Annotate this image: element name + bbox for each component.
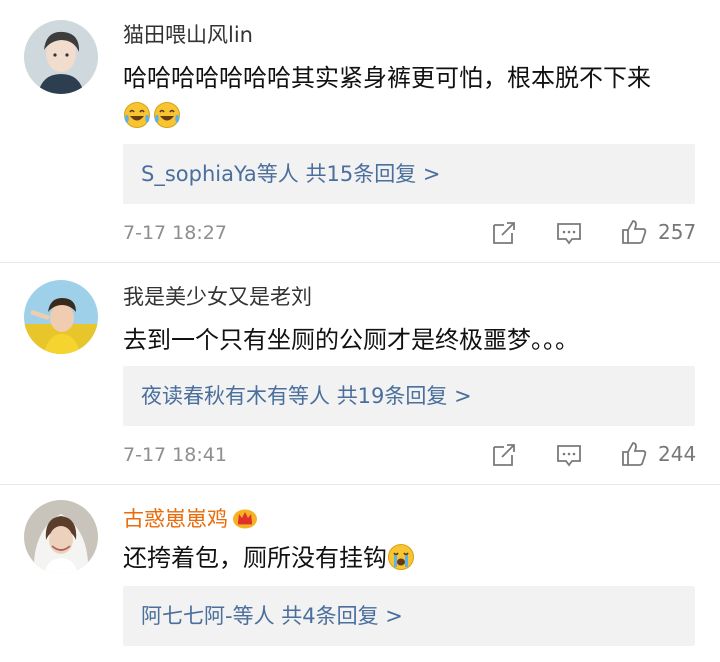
thumbs-up-icon[interactable] [620,440,648,468]
reply-users: S_sophiaYa等人 [141,162,299,186]
reply-summary-text: S_sophiaYa等人 共15条回复 > [141,160,440,188]
reply-count: 共4条回复 > [281,604,403,628]
like-count: 257 [658,220,697,244]
reply-summary-box[interactable]: S_sophiaYa等人 共15条回复 > [123,144,695,204]
avatar[interactable] [24,20,98,94]
username[interactable]: 猫田喂山风lin [123,22,253,48]
comment-text-line: 还挎着包，厕所没有挂钩 [123,544,387,572]
username[interactable]: 我是美少女又是老刘 [123,284,312,310]
reply-summary-text: 阿七七阿-等人 共4条回复 > [141,602,403,630]
laughing-tears-emoji [124,102,150,128]
comment-text-line: 去到一个只有坐厕的公厕才是终极噩梦。。。 [123,326,579,354]
comment-time: 7-17 18:41 [123,444,227,466]
comment-time: 7-17 18:27 [123,222,227,244]
avatar-image [24,500,98,574]
comment-text: 去到一个只有坐厕的公厕才是终极噩梦。。。 [123,318,703,362]
reply-summary-box[interactable]: 阿七七阿-等人 共4条回复 > [123,586,695,646]
comment-item: 我是美少女又是老刘 去到一个只有坐厕的公厕才是终极噩梦。。。 夜读春秋有木有等人… [0,262,720,484]
avatar-image [24,280,98,354]
comment-emoji-line [123,94,703,138]
comment-item: 古惑崽崽鸡 还挎着包，厕所没有挂钩 阿七七阿-等人 共4条回复 > [0,484,720,662]
reply-users: 阿七七阿-等人 [141,604,275,628]
reply-count: 共19条回复 > [336,384,472,408]
avatar[interactable] [24,500,98,574]
comment-item: 猫田喂山风lin 哈哈哈哈哈哈哈其实紧身裤更可怕，根本脱不下来 S_sophia… [0,0,720,262]
crown-badge-icon [233,509,257,529]
comment-text-line: 哈哈哈哈哈哈哈其实紧身裤更可怕，根本脱不下来 [123,64,651,92]
avatar-image [24,20,98,94]
avatar[interactable] [24,280,98,354]
reply-users: 夜读春秋有木有等人 [141,384,330,408]
crying-emoji [388,544,414,570]
thumbs-up-icon[interactable] [620,218,648,246]
username[interactable]: 古惑崽崽鸡 [123,506,258,532]
reply-summary-box[interactable]: 夜读春秋有木有等人 共19条回复 > [123,366,695,426]
share-icon[interactable] [490,219,518,247]
laughing-tears-emoji [154,102,180,128]
share-icon[interactable] [490,441,518,469]
username-text: 古惑崽崽鸡 [123,507,228,531]
like-count: 244 [658,442,697,466]
comment-text: 还挎着包，厕所没有挂钩 [123,536,703,580]
reply-summary-text: 夜读春秋有木有等人 共19条回复 > [141,382,472,410]
reply-count: 共15条回复 > [305,162,441,186]
comment-icon[interactable] [555,441,583,469]
comment-icon[interactable] [555,219,583,247]
